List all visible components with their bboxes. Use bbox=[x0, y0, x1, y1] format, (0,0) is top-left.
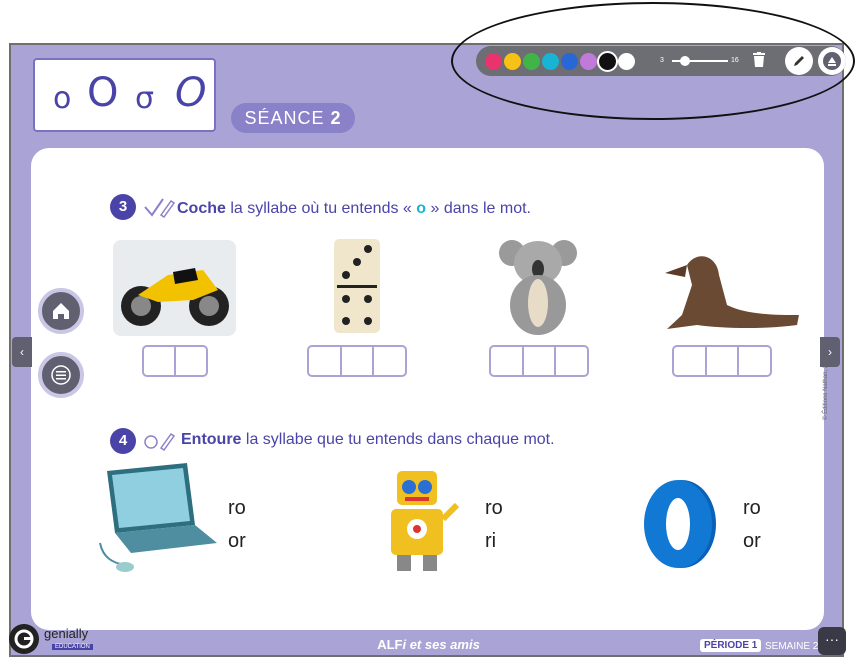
exercise-4-text: la syllabe que tu entends dans chaque mo… bbox=[241, 431, 555, 448]
seance-number: 2 bbox=[330, 108, 342, 128]
syllable-boxes-otarie bbox=[672, 345, 772, 377]
brush-size-knob[interactable] bbox=[680, 56, 690, 66]
otarie-image bbox=[657, 245, 801, 333]
color-swatch[interactable] bbox=[542, 53, 559, 70]
pencil-button[interactable] bbox=[785, 47, 813, 75]
prev-page-button[interactable]: ‹ bbox=[12, 337, 32, 367]
exercise-3-number: 3 bbox=[110, 194, 136, 220]
syllable-checkbox[interactable] bbox=[342, 347, 375, 375]
exercise-3-verb: Coche bbox=[177, 200, 226, 217]
toolbar-toggle-icon bbox=[823, 52, 841, 70]
syllable-checkbox[interactable] bbox=[491, 347, 524, 375]
color-swatch[interactable] bbox=[597, 51, 618, 72]
size-min: 3 bbox=[660, 57, 664, 64]
syllable-checkbox[interactable] bbox=[176, 347, 206, 375]
exercise-3-instruction: Coche la syllabe où tu entends « o » dan… bbox=[177, 200, 531, 218]
syllable-checkbox[interactable] bbox=[674, 347, 707, 375]
circle-pencil-icon bbox=[144, 432, 176, 452]
color-swatch[interactable] bbox=[485, 53, 502, 70]
syllable-checkbox[interactable] bbox=[707, 347, 740, 375]
menu-icon bbox=[51, 365, 71, 385]
exercise-4-number: 4 bbox=[110, 428, 136, 454]
syllable-option[interactable]: or bbox=[228, 530, 246, 553]
toolbar-toggle-button[interactable] bbox=[818, 47, 846, 75]
letter-o-image bbox=[640, 478, 720, 570]
semaine-label: SEMAINE 2 bbox=[765, 641, 819, 652]
color-swatch[interactable] bbox=[580, 53, 597, 70]
check-pencil-icon bbox=[144, 198, 175, 219]
koala-image bbox=[498, 233, 578, 337]
syllable-checkbox[interactable] bbox=[374, 347, 405, 375]
syllable-checkbox[interactable] bbox=[309, 347, 342, 375]
letters-box: o O σ O bbox=[33, 58, 216, 132]
home-button[interactable] bbox=[38, 288, 84, 334]
exercise-4-instruction: Entoure la syllabe que tu entends dans c… bbox=[181, 431, 555, 449]
syllable-checkbox[interactable] bbox=[556, 347, 587, 375]
letter-cursive-capital: O bbox=[175, 70, 207, 116]
syllable-option[interactable]: ro bbox=[228, 497, 246, 520]
exercise-4-verb: Entoure bbox=[181, 431, 242, 448]
footer-title-a: ALF bbox=[377, 637, 403, 652]
trash-icon[interactable] bbox=[752, 52, 766, 68]
letter-cursive-small: σ bbox=[135, 81, 155, 116]
syllable-option[interactable]: ri bbox=[485, 530, 496, 553]
more-options-button[interactable]: ··· bbox=[818, 627, 846, 655]
syllable-checkbox[interactable] bbox=[144, 347, 176, 375]
periode-number: 1 bbox=[751, 640, 758, 651]
syllable-boxes-koala bbox=[489, 345, 589, 377]
exercise-3-letter: o bbox=[416, 200, 427, 217]
syllable-option[interactable]: ro bbox=[485, 497, 503, 520]
size-max: 16 bbox=[731, 57, 739, 64]
periode-label: PÉRIODE bbox=[704, 640, 750, 651]
pencil-icon bbox=[794, 56, 804, 66]
color-swatch[interactable] bbox=[618, 53, 635, 70]
syllable-boxes-moto bbox=[142, 345, 208, 377]
seance-label: SÉANCE bbox=[244, 108, 325, 128]
syllable-boxes-domino bbox=[307, 345, 407, 377]
color-swatch[interactable] bbox=[561, 53, 578, 70]
laptop-image bbox=[95, 463, 220, 575]
moto-image bbox=[113, 240, 236, 336]
color-swatch[interactable] bbox=[523, 53, 540, 70]
syllable-option[interactable]: ro bbox=[743, 497, 761, 520]
syllable-option[interactable]: or bbox=[743, 530, 761, 553]
exercise-3-text-b: » dans le mot. bbox=[426, 200, 531, 217]
seance-badge: SÉANCE 2 bbox=[231, 103, 355, 133]
copyright: © Éditions Nathan, 2022 bbox=[823, 354, 829, 420]
periode-badge: PÉRIODE 1 bbox=[700, 639, 762, 652]
domino-image bbox=[334, 239, 380, 333]
syllable-checkbox[interactable] bbox=[524, 347, 557, 375]
letter-script-small: o bbox=[53, 81, 72, 116]
letter-script-capital: O bbox=[87, 70, 119, 116]
robot-image bbox=[383, 463, 467, 575]
syllable-checkbox[interactable] bbox=[739, 347, 770, 375]
home-icon bbox=[53, 303, 69, 319]
exercise-3-text-a: la syllabe où tu entends « bbox=[225, 200, 417, 217]
color-swatch[interactable] bbox=[504, 53, 521, 70]
menu-button[interactable] bbox=[38, 352, 84, 398]
footer-title-b: i et ses amis bbox=[402, 637, 480, 652]
